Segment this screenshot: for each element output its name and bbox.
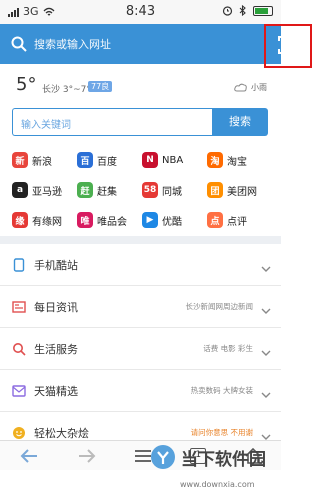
category-extra: 长沙新闻网周边新闻 bbox=[185, 302, 254, 311]
shortcut-logo-icon: 58 bbox=[142, 182, 158, 198]
bluetooth-icon bbox=[239, 5, 246, 16]
section-divider bbox=[0, 236, 281, 244]
air-quality-badge: 77良 bbox=[88, 81, 113, 92]
mail-icon bbox=[12, 384, 26, 398]
shortcut-logo-icon: 缘 bbox=[12, 212, 28, 228]
watermark-url: www.downxia.com bbox=[180, 480, 255, 489]
shortcut-label: 赶集 bbox=[97, 186, 117, 198]
news-icon bbox=[12, 300, 26, 314]
shortcut-label: 百度 bbox=[97, 156, 117, 168]
forward-icon[interactable] bbox=[77, 448, 97, 464]
shortcut-logo-icon: 新 bbox=[12, 152, 28, 168]
shortcut-item[interactable]: 点点评 bbox=[207, 210, 272, 230]
shortcut-logo-icon: ▶ bbox=[142, 212, 158, 228]
shortcut-logo-icon: 唯 bbox=[77, 212, 93, 228]
shortcut-logo-icon: N bbox=[142, 152, 158, 168]
shortcut-label: 淘宝 bbox=[227, 156, 247, 168]
shortcut-grid: 新新浪百百度 N NBA 淘淘宝 a 亚马逊赶赶集 58 同城团美团网缘有缘网唯唯品会 ▶ 优酷点… bbox=[12, 150, 272, 230]
chevron-down-icon[interactable] bbox=[261, 300, 271, 319]
address-placeholder: 搜索或输入网址 bbox=[34, 38, 111, 51]
chevron-down-icon[interactable] bbox=[261, 258, 271, 277]
shortcut-label: 美团网 bbox=[227, 186, 257, 198]
search-service-icon bbox=[12, 342, 26, 356]
shortcut-label: 亚马逊 bbox=[32, 186, 62, 198]
watermark-name: 当下软件园 bbox=[181, 449, 266, 470]
status-bar: 3G 8:43 bbox=[0, 0, 281, 24]
shortcut-label: 点评 bbox=[227, 216, 247, 228]
category-row[interactable]: 手机酷站 bbox=[0, 244, 281, 286]
shortcut-item[interactable]: 唯唯品会 bbox=[77, 210, 142, 230]
category-extra: 话费 电影 彩生 bbox=[203, 344, 253, 353]
shortcut-item[interactable]: 新新浪 bbox=[12, 150, 77, 170]
shortcut-item[interactable]: 百百度 bbox=[77, 150, 142, 170]
weather-condition-label: 小雨 bbox=[251, 83, 267, 92]
keyword-input[interactable]: 输入关键词 bbox=[12, 108, 212, 136]
shortcut-item[interactable]: 58 同城 bbox=[142, 180, 207, 200]
cloud-rain-icon bbox=[234, 83, 247, 91]
chevron-down-icon[interactable] bbox=[261, 342, 271, 361]
shortcut-item[interactable]: 团美团网 bbox=[207, 180, 272, 200]
shortcut-logo-icon: 点 bbox=[207, 212, 223, 228]
scan-icon bbox=[278, 36, 298, 54]
category-label: 每日资讯 bbox=[34, 300, 78, 314]
weather-condition: 小雨 bbox=[234, 82, 267, 93]
phone-icon bbox=[12, 257, 26, 272]
category-label: 手机酷站 bbox=[34, 258, 78, 272]
shortcut-item[interactable]: 淘淘宝 bbox=[207, 150, 272, 170]
shortcut-logo-icon: 百 bbox=[77, 152, 93, 168]
category-extra: 请问你意思 不用谢 bbox=[190, 428, 253, 437]
shortcut-item[interactable]: 赶赶集 bbox=[77, 180, 142, 200]
category-row[interactable]: 生活服务 话费 电影 彩生 bbox=[0, 328, 281, 370]
back-icon[interactable] bbox=[19, 448, 39, 464]
weather-widget[interactable]: 5° 长沙 3°~7° 77良 小雨 bbox=[0, 70, 281, 100]
weather-city-range: 长沙 3°~7° bbox=[42, 85, 91, 95]
watermark: 当下软件园 www.downxia.com bbox=[150, 444, 266, 489]
category-label: 生活服务 bbox=[34, 342, 78, 356]
category-label: 天猫精选 bbox=[34, 384, 78, 398]
shortcut-logo-icon: 赶 bbox=[77, 182, 93, 198]
scan-button[interactable] bbox=[264, 24, 312, 68]
address-bar[interactable]: 搜索或输入网址 bbox=[0, 24, 281, 64]
shortcut-label: NBA bbox=[162, 154, 184, 166]
watermark-logo bbox=[151, 445, 175, 469]
shortcut-item[interactable]: 缘有缘网 bbox=[12, 210, 77, 230]
shortcut-label: 同城 bbox=[162, 186, 182, 198]
category-row[interactable]: 天猫精选 热卖数码 大牌女装 bbox=[0, 370, 281, 412]
shortcut-logo-icon: 团 bbox=[207, 182, 223, 198]
shortcut-item[interactable]: a 亚马逊 bbox=[12, 180, 77, 200]
smile-icon bbox=[12, 426, 26, 440]
shortcut-label: 有缘网 bbox=[32, 216, 62, 228]
shortcut-label: 优酷 bbox=[162, 216, 182, 228]
shortcut-item[interactable]: N NBA bbox=[142, 150, 207, 170]
category-label: 轻松大杂烩 bbox=[34, 426, 89, 440]
search-icon bbox=[11, 36, 27, 52]
shortcut-item[interactable]: ▶ 优酷 bbox=[142, 210, 207, 230]
shortcut-logo-icon: 淘 bbox=[207, 152, 223, 168]
shortcut-label: 新浪 bbox=[32, 156, 52, 168]
weather-temp: 5° bbox=[16, 74, 37, 95]
shortcut-label: 唯品会 bbox=[97, 216, 127, 228]
category-extra: 热卖数码 大牌女装 bbox=[190, 386, 253, 395]
keyword-search-button[interactable]: 搜索 bbox=[212, 108, 268, 136]
battery-icon bbox=[253, 5, 273, 16]
category-row[interactable]: 每日资讯 长沙新闻网周边新闻 bbox=[0, 286, 281, 328]
category-list: 手机酷站每日资讯 长沙新闻网周边新闻生活服务 话费 电影 彩生天猫精选 热卖数码 大牌… bbox=[0, 244, 281, 454]
shortcut-logo-icon: a bbox=[12, 182, 28, 198]
alarm-icon bbox=[222, 6, 233, 16]
chevron-down-icon[interactable] bbox=[261, 384, 271, 403]
